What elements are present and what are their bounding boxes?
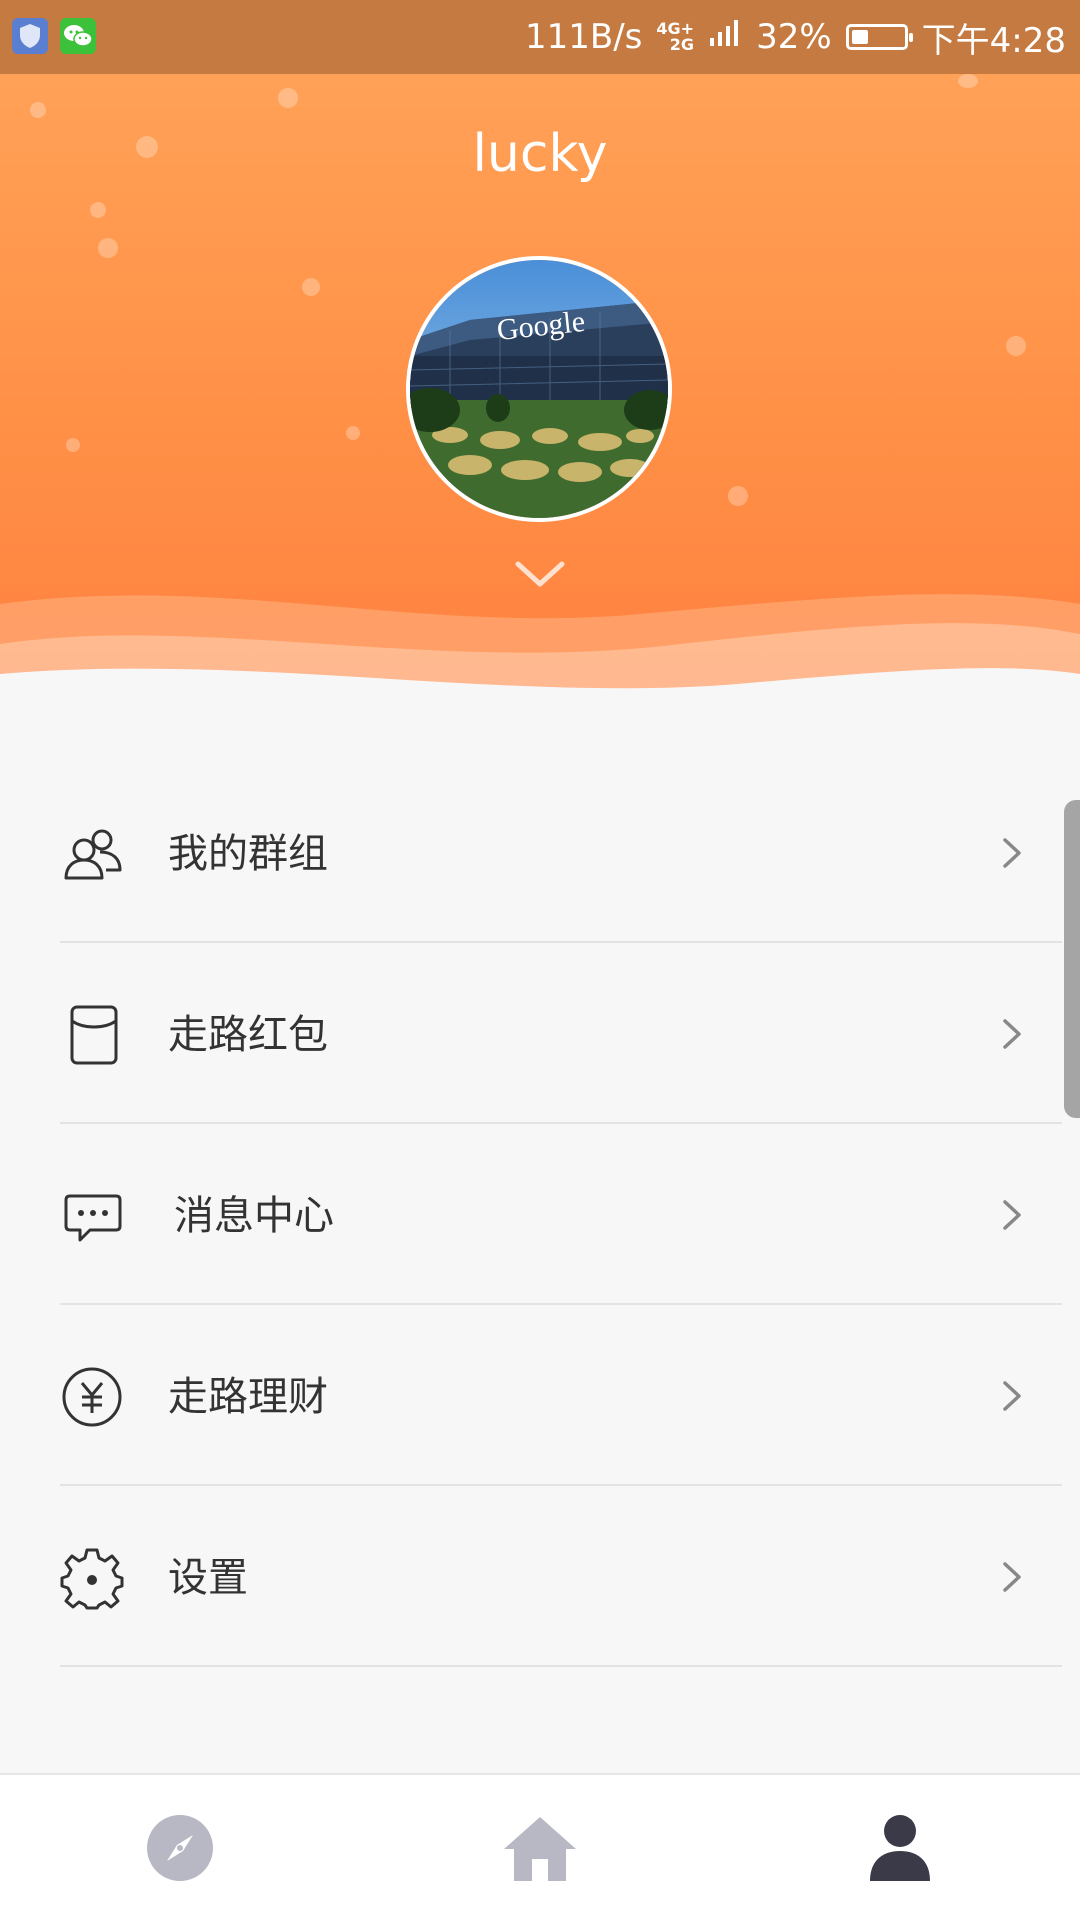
menu-item-my-groups[interactable]: 我的群组 <box>0 762 1080 943</box>
person-icon <box>870 1814 930 1881</box>
battery-level <box>851 30 868 44</box>
wechat-icon <box>60 18 96 54</box>
chevron-right-icon <box>1003 1562 1021 1592</box>
chevron-right-icon <box>1003 838 1021 868</box>
menu-item-label: 走路红包 <box>168 1012 328 1058</box>
gear-icon <box>60 1548 124 1610</box>
battery-percent: 32% <box>756 17 832 57</box>
header-wave <box>0 594 1080 714</box>
tab-profile[interactable] <box>720 1775 1080 1920</box>
tab-home[interactable] <box>360 1775 720 1920</box>
battery-icon <box>845 24 913 50</box>
red-envelope-icon <box>70 1005 118 1065</box>
chevron-right-icon <box>1003 1200 1021 1230</box>
decor-dot <box>278 88 298 108</box>
notification-icons <box>12 18 96 54</box>
compass-icon <box>147 1814 213 1881</box>
network-type: 4G+ 2G <box>656 19 695 54</box>
yuan-coin-icon <box>62 1367 122 1427</box>
menu-item-walk-red-envelope[interactable]: 走路红包 <box>0 943 1080 1124</box>
chevron-right-icon <box>1003 1019 1021 1049</box>
username: lucky <box>472 124 608 184</box>
bottom-nav <box>0 1773 1080 1920</box>
menu-item-label: 消息中心 <box>174 1193 334 1239</box>
avatar-photo: Google <box>410 260 668 518</box>
decor-dot <box>66 438 80 452</box>
shield-icon <box>12 18 48 54</box>
tab-discover[interactable] <box>0 1775 360 1920</box>
menu-item-settings[interactable]: 设置 <box>0 1486 1080 1667</box>
edge-scroll-handle[interactable] <box>1064 800 1080 1118</box>
group-icon <box>64 829 122 880</box>
chevron-right-icon <box>1003 1381 1021 1411</box>
decor-dot <box>98 238 118 258</box>
menu-item-walk-finance[interactable]: 走路理财 <box>0 1305 1080 1486</box>
decor-dot <box>90 202 106 218</box>
menu-item-label: 走路理财 <box>168 1374 328 1420</box>
home-icon <box>504 1816 576 1881</box>
decor-dot <box>30 102 46 118</box>
menu-item-message-center[interactable]: 消息中心 <box>0 1124 1080 1305</box>
decor-dot <box>958 74 978 88</box>
divider <box>60 1665 1062 1667</box>
status-bar: 111B/s 4G+ 2G 32% 下午4:28 <box>0 0 1080 74</box>
avatar[interactable]: Google <box>406 256 672 522</box>
menu-item-label: 设置 <box>168 1555 248 1601</box>
network-speed: 111B/s <box>525 17 643 57</box>
menu-item-label: 我的群组 <box>168 831 328 877</box>
clock: 下午4:28 <box>921 20 1066 61</box>
menu-list: 我的群组 走路红包 消息中心 走路理财 设置 <box>0 762 1080 1667</box>
decor-dot <box>302 278 320 296</box>
decor-dot <box>728 486 748 506</box>
signal-icon <box>708 16 742 59</box>
profile-header: lucky Google <box>0 74 1080 714</box>
decor-dot <box>346 426 360 440</box>
message-icon <box>64 1194 122 1242</box>
decor-dot <box>1006 336 1026 356</box>
